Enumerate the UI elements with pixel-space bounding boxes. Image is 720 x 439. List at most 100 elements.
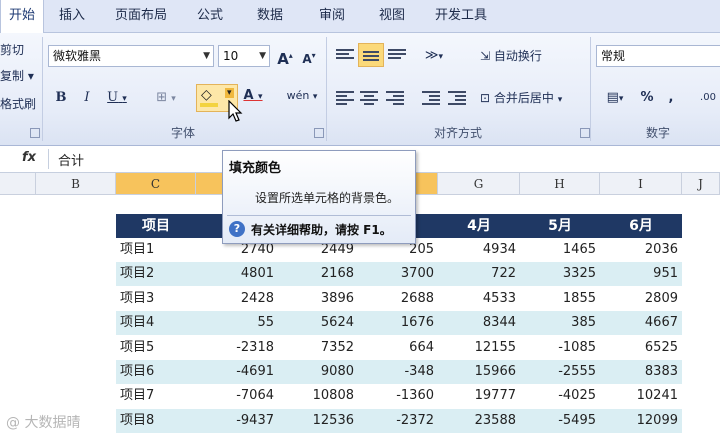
table-cell[interactable]: 12536 <box>278 409 358 433</box>
font-family-select[interactable]: 微软雅黑 ▼ <box>48 45 214 67</box>
table-cell[interactable]: 4667 <box>600 311 682 335</box>
column-header-i[interactable]: I <box>600 173 682 195</box>
table-cell[interactable]: -348 <box>358 360 438 384</box>
pinyin-button[interactable]: wén ▾ <box>282 85 322 107</box>
table-cell[interactable]: 7352 <box>278 336 358 360</box>
borders-button[interactable]: ⊞ ▾ <box>148 87 184 109</box>
table-cell[interactable]: 1676 <box>358 311 438 335</box>
table-cell[interactable]: 19777 <box>438 384 520 408</box>
table-cell[interactable]: 3896 <box>278 287 358 311</box>
table-cell[interactable]: 12155 <box>438 336 520 360</box>
underline-button[interactable]: U ▾ <box>102 87 132 109</box>
table-cell[interactable]: 5624 <box>278 311 358 335</box>
table-cell[interactable]: -4025 <box>520 384 600 408</box>
row-label[interactable]: 项目2 <box>116 262 196 286</box>
tab-review[interactable]: 审阅 <box>310 0 354 32</box>
tab-developer[interactable]: 开发工具 <box>428 0 494 32</box>
table-cell[interactable]: 10808 <box>278 384 358 408</box>
table-cell[interactable]: -2372 <box>358 409 438 433</box>
table-cell[interactable]: 15966 <box>438 360 520 384</box>
table-cell[interactable]: -7064 <box>196 384 278 408</box>
italic-button[interactable]: I <box>78 87 96 109</box>
table-cell[interactable]: 4533 <box>438 287 520 311</box>
table-cell[interactable]: 8344 <box>438 311 520 335</box>
table-cell[interactable]: -2318 <box>196 336 278 360</box>
table-cell[interactable]: 722 <box>438 262 520 286</box>
table-cell[interactable]: 2688 <box>358 287 438 311</box>
font-size-select[interactable]: 10 ▼ <box>218 45 270 67</box>
table-cell[interactable]: 3325 <box>520 262 600 286</box>
tab-data[interactable]: 数据 <box>248 0 292 32</box>
table-cell[interactable]: -1360 <box>358 384 438 408</box>
cut-button[interactable]: 剪切 <box>0 39 30 61</box>
increase-indent-icon[interactable] <box>448 89 466 105</box>
font-launcher-icon[interactable] <box>314 128 324 138</box>
table-cell[interactable]: 55 <box>196 311 278 335</box>
orientation-button[interactable]: ≫▾ <box>420 45 448 67</box>
table-cell[interactable]: -9437 <box>196 409 278 433</box>
column-header-j[interactable]: J <box>682 173 720 195</box>
row-label[interactable]: 项目4 <box>116 311 196 335</box>
table-cell[interactable]: 664 <box>358 336 438 360</box>
table-cell[interactable]: 2168 <box>278 262 358 286</box>
table-cell[interactable]: 23588 <box>438 409 520 433</box>
table-cell[interactable]: -5495 <box>520 409 600 433</box>
merge-center-button[interactable]: ⊡ 合并后居中 ▾ <box>480 87 586 109</box>
comma-style-button[interactable]: , <box>664 87 678 109</box>
align-middle-button[interactable] <box>358 43 384 67</box>
number-format-select[interactable]: 常规 <box>596 45 720 67</box>
align-center-icon[interactable] <box>360 89 378 105</box>
decrease-indent-icon[interactable] <box>422 89 440 105</box>
insert-function-button[interactable]: fx <box>22 150 36 165</box>
accounting-format-button[interactable]: ▤▾ <box>598 87 632 109</box>
row-label[interactable]: 项目1 <box>116 238 196 262</box>
table-cell[interactable]: -2555 <box>520 360 600 384</box>
table-cell[interactable]: 12099 <box>600 409 682 433</box>
percent-button[interactable]: % <box>638 87 656 109</box>
table-cell[interactable]: -4691 <box>196 360 278 384</box>
table-cell[interactable]: -1085 <box>520 336 600 360</box>
tab-page-layout[interactable]: 页面布局 <box>108 0 174 32</box>
align-bottom-icon[interactable] <box>388 47 406 63</box>
tab-formulas[interactable]: 公式 <box>188 0 232 32</box>
align-top-icon[interactable] <box>336 47 354 63</box>
grow-font-button[interactable]: A▴ <box>274 45 296 68</box>
bold-button[interactable]: B <box>52 87 70 109</box>
row-label[interactable]: 项目6 <box>116 360 196 384</box>
tab-insert[interactable]: 插入 <box>50 0 94 32</box>
column-header-b[interactable]: B <box>36 173 116 195</box>
column-header-g[interactable]: G <box>438 173 520 195</box>
row-label[interactable]: 项目8 <box>116 409 196 433</box>
table-cell[interactable]: 1855 <box>520 287 600 311</box>
table-cell[interactable]: 6525 <box>600 336 682 360</box>
clipboard-launcher-icon[interactable] <box>30 128 40 138</box>
table-cell[interactable]: 3700 <box>358 262 438 286</box>
row-label[interactable]: 项目7 <box>116 384 196 408</box>
table-cell[interactable]: 4934 <box>438 238 520 262</box>
table-cell[interactable]: 9080 <box>278 360 358 384</box>
formula-input[interactable]: 合计 <box>58 150 84 169</box>
shrink-font-button[interactable]: A▾ <box>298 45 320 67</box>
table-cell[interactable]: 8383 <box>600 360 682 384</box>
wrap-text-button[interactable]: ⇲ 自动换行 <box>480 45 570 67</box>
align-left-icon[interactable] <box>336 89 354 105</box>
table-cell[interactable]: 1465 <box>520 238 600 262</box>
alignment-launcher-icon[interactable] <box>580 128 590 138</box>
table-cell[interactable]: 2036 <box>600 238 682 262</box>
column-header-c[interactable]: C <box>116 173 196 195</box>
increase-decimal-button[interactable]: .00 <box>696 87 720 109</box>
table-cell[interactable]: 2428 <box>196 287 278 311</box>
tab-home[interactable]: 开始 <box>0 0 44 33</box>
table-cell[interactable]: 4801 <box>196 262 278 286</box>
row-label[interactable]: 项目3 <box>116 287 196 311</box>
table-cell[interactable]: 10241 <box>600 384 682 408</box>
align-right-icon[interactable] <box>386 89 404 105</box>
table-cell[interactable]: 951 <box>600 262 682 286</box>
row-label[interactable]: 项目5 <box>116 336 196 360</box>
table-cell[interactable]: 2809 <box>600 287 682 311</box>
tab-view[interactable]: 视图 <box>370 0 414 32</box>
column-header-h[interactable]: H <box>520 173 600 195</box>
format-painter-button[interactable]: 格式刷 <box>0 93 40 115</box>
table-cell[interactable]: 385 <box>520 311 600 335</box>
select-all-corner[interactable] <box>0 173 36 195</box>
